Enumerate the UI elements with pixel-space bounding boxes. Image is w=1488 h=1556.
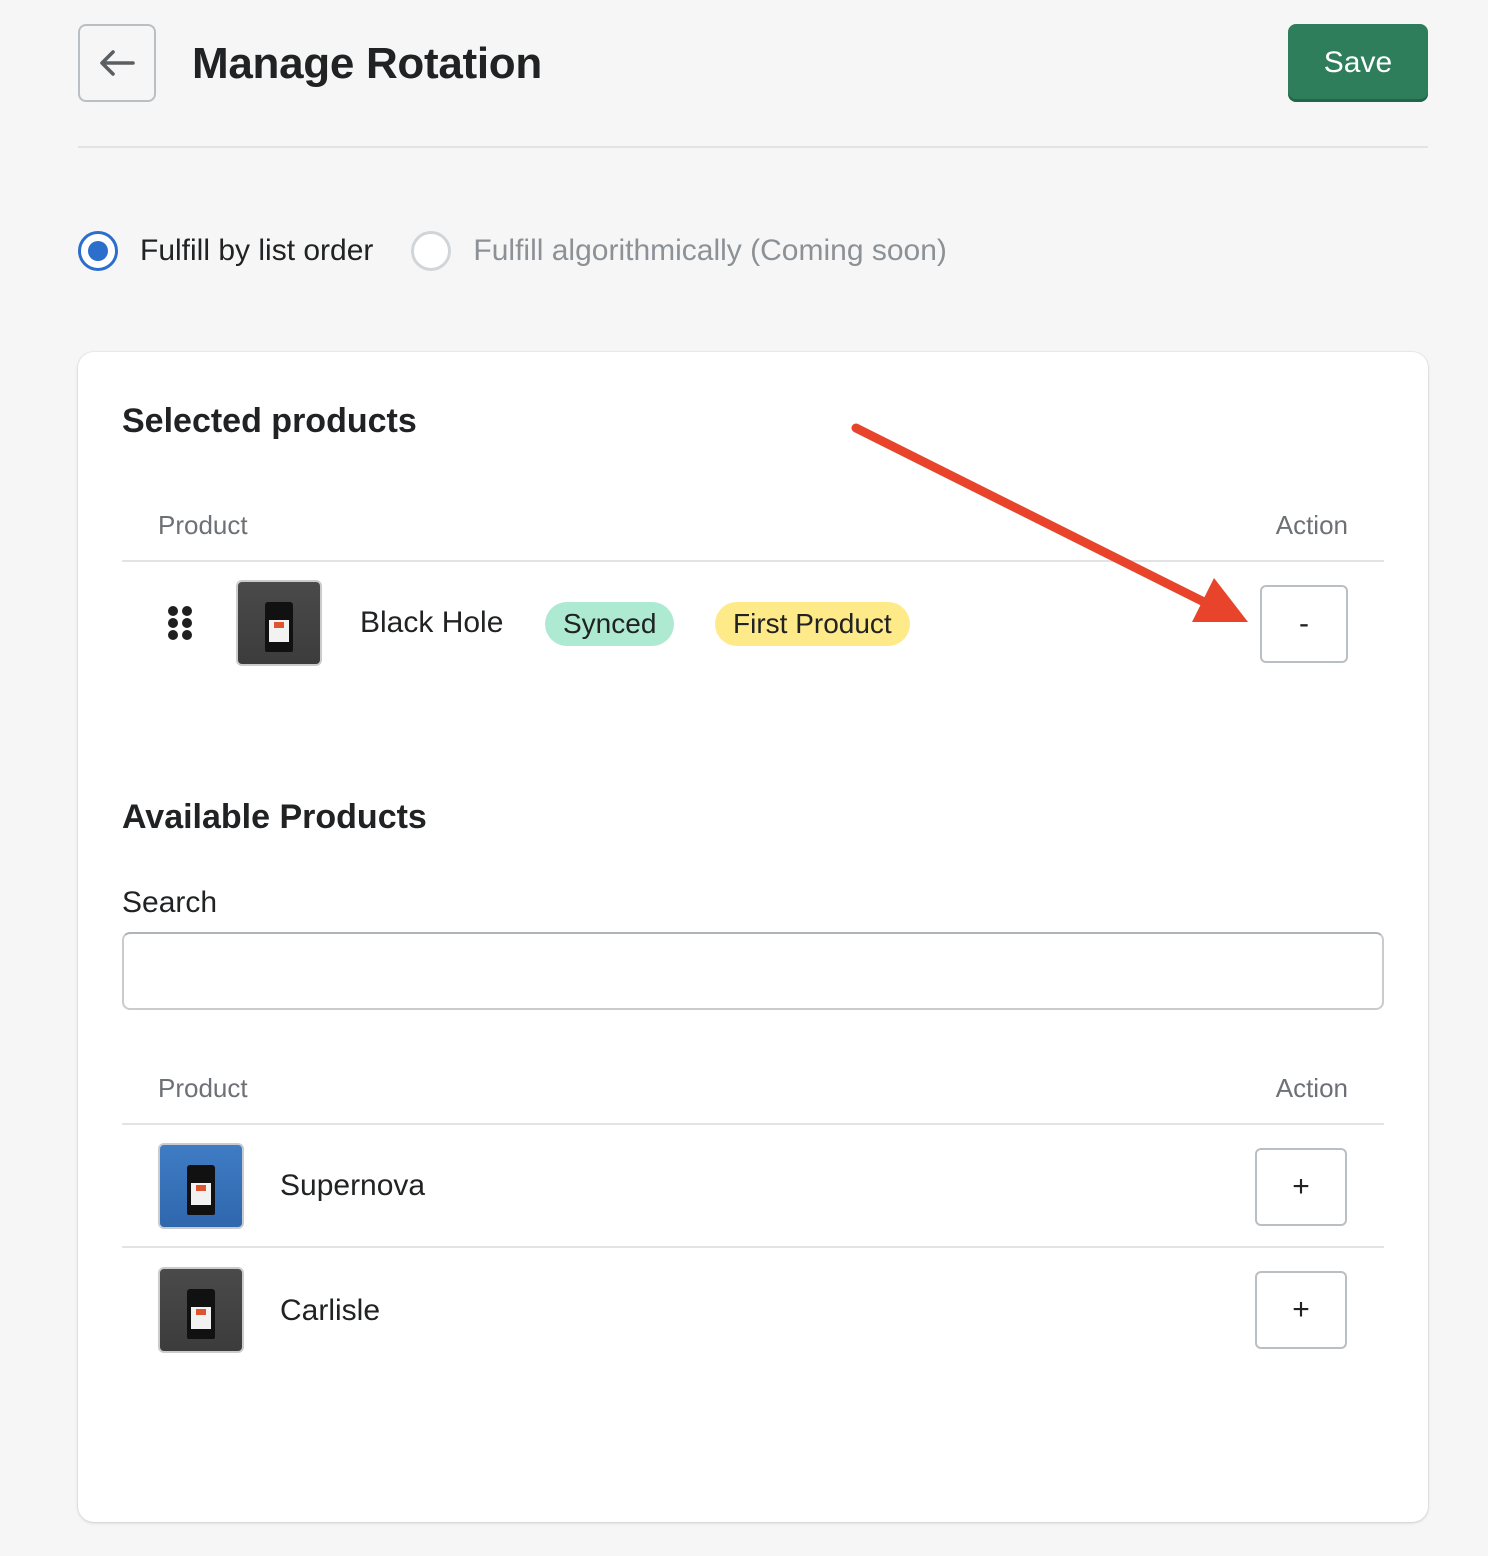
radio-fulfill-list-order[interactable] <box>78 231 118 271</box>
search-input[interactable] <box>122 932 1384 1010</box>
coffee-bag-image <box>187 1165 215 1215</box>
coffee-bag-image <box>265 602 293 652</box>
product-name: Carlisle <box>280 1294 381 1327</box>
search-label: Search <box>122 886 218 919</box>
back-button[interactable] <box>78 24 156 102</box>
drag-handle-icon[interactable] <box>168 606 194 646</box>
product-name: Black Hole <box>360 606 504 639</box>
column-header-product: Product <box>158 510 248 540</box>
arrow-left-icon <box>100 50 135 76</box>
status-badge-first-product: First Product <box>715 602 910 646</box>
selected-product-row: Black Hole Synced First Product - <box>122 562 1384 692</box>
radio-dot <box>88 241 108 261</box>
radio-fulfill-algorithmically <box>411 231 452 271</box>
selected-table-header: Product Action <box>122 502 1384 562</box>
radio-label-algorithmically: Fulfill algorithmically (Coming soon) <box>473 234 947 267</box>
column-header-action: Action <box>1275 510 1348 540</box>
product-thumbnail <box>236 580 322 666</box>
selected-products-title: Selected products <box>122 402 417 440</box>
available-table-header: Product Action <box>122 1065 1384 1125</box>
coffee-bag-image <box>187 1289 215 1339</box>
save-button[interactable]: Save <box>1288 24 1428 102</box>
column-header-product: Product <box>158 1073 248 1103</box>
products-card: Selected products Product Action Black H… <box>78 352 1428 1522</box>
product-thumbnail <box>158 1143 244 1229</box>
available-product-row: Carlisle + <box>122 1248 1384 1371</box>
radio-label-list-order[interactable]: Fulfill by list order <box>140 234 373 268</box>
remove-product-button[interactable]: - <box>1260 585 1348 663</box>
status-badge-synced: Synced <box>545 602 675 646</box>
available-products-title: Available Products <box>122 798 427 836</box>
add-product-button[interactable]: + <box>1255 1271 1347 1349</box>
fulfillment-radio-group: Fulfill by list order Fulfill algorithmi… <box>78 230 947 272</box>
available-product-row: Supernova + <box>122 1125 1384 1248</box>
page-title: Manage Rotation <box>192 39 542 88</box>
add-product-button[interactable]: + <box>1255 1148 1347 1226</box>
column-header-action: Action <box>1275 1073 1348 1103</box>
product-thumbnail <box>158 1267 244 1353</box>
page-header: Manage Rotation Save <box>78 24 1428 148</box>
product-name: Supernova <box>280 1169 426 1202</box>
